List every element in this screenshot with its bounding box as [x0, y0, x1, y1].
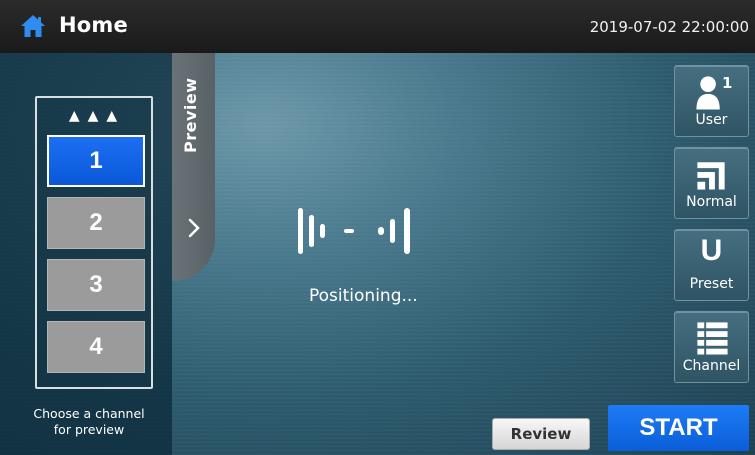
preview-label: Preview: [181, 77, 200, 153]
normal-button[interactable]: Normal: [674, 147, 749, 219]
preset-button[interactable]: U Preset: [674, 229, 749, 301]
user-button[interactable]: 1 User: [674, 65, 749, 137]
channel-button-2[interactable]: 2: [47, 197, 145, 249]
preset-u-icon: U: [700, 234, 723, 267]
channel-selector: ▲▲▲ 1 2 3 4: [35, 96, 153, 389]
user-icon: [696, 76, 720, 110]
channel-panel: ▲▲▲ 1 2 3 4 Choose a channel for preview: [0, 53, 172, 455]
channel-button-3[interactable]: 3: [47, 259, 145, 311]
start-button[interactable]: START: [608, 405, 749, 451]
normal-label: Normal: [686, 194, 737, 210]
positioning-signal-icon: [298, 208, 410, 254]
user-label: User: [695, 112, 728, 128]
channel-hint: Choose a channel for preview: [22, 406, 156, 438]
home-icon[interactable]: [20, 14, 46, 38]
chevron-right-icon[interactable]: [186, 216, 202, 240]
top-bar: Home 2019-07-02 22:00:00: [0, 0, 755, 53]
channel-button-4[interactable]: 4: [47, 321, 145, 373]
channel-button[interactable]: Channel: [674, 311, 749, 383]
mode-normal-icon: [697, 162, 725, 190]
user-count: 1: [722, 74, 733, 92]
channel-hint-line1: Choose a channel: [33, 406, 145, 421]
channel-label: Channel: [682, 358, 741, 374]
channel-button-1[interactable]: 1: [47, 135, 145, 187]
preset-label: Preset: [689, 276, 734, 292]
status-text: Positioning...: [309, 286, 418, 306]
scroll-up-arrows[interactable]: ▲▲▲: [37, 108, 151, 124]
review-button[interactable]: Review: [492, 418, 590, 450]
datetime-display: 2019-07-02 22:00:00: [589, 18, 749, 36]
preview-tab[interactable]: Preview: [172, 53, 215, 281]
page-title: Home: [59, 13, 128, 37]
channel-list-icon: [697, 322, 728, 355]
main-area: ▲▲▲ 1 2 3 4 Choose a channel for preview…: [0, 53, 755, 455]
channel-hint-line2: for preview: [53, 422, 125, 437]
